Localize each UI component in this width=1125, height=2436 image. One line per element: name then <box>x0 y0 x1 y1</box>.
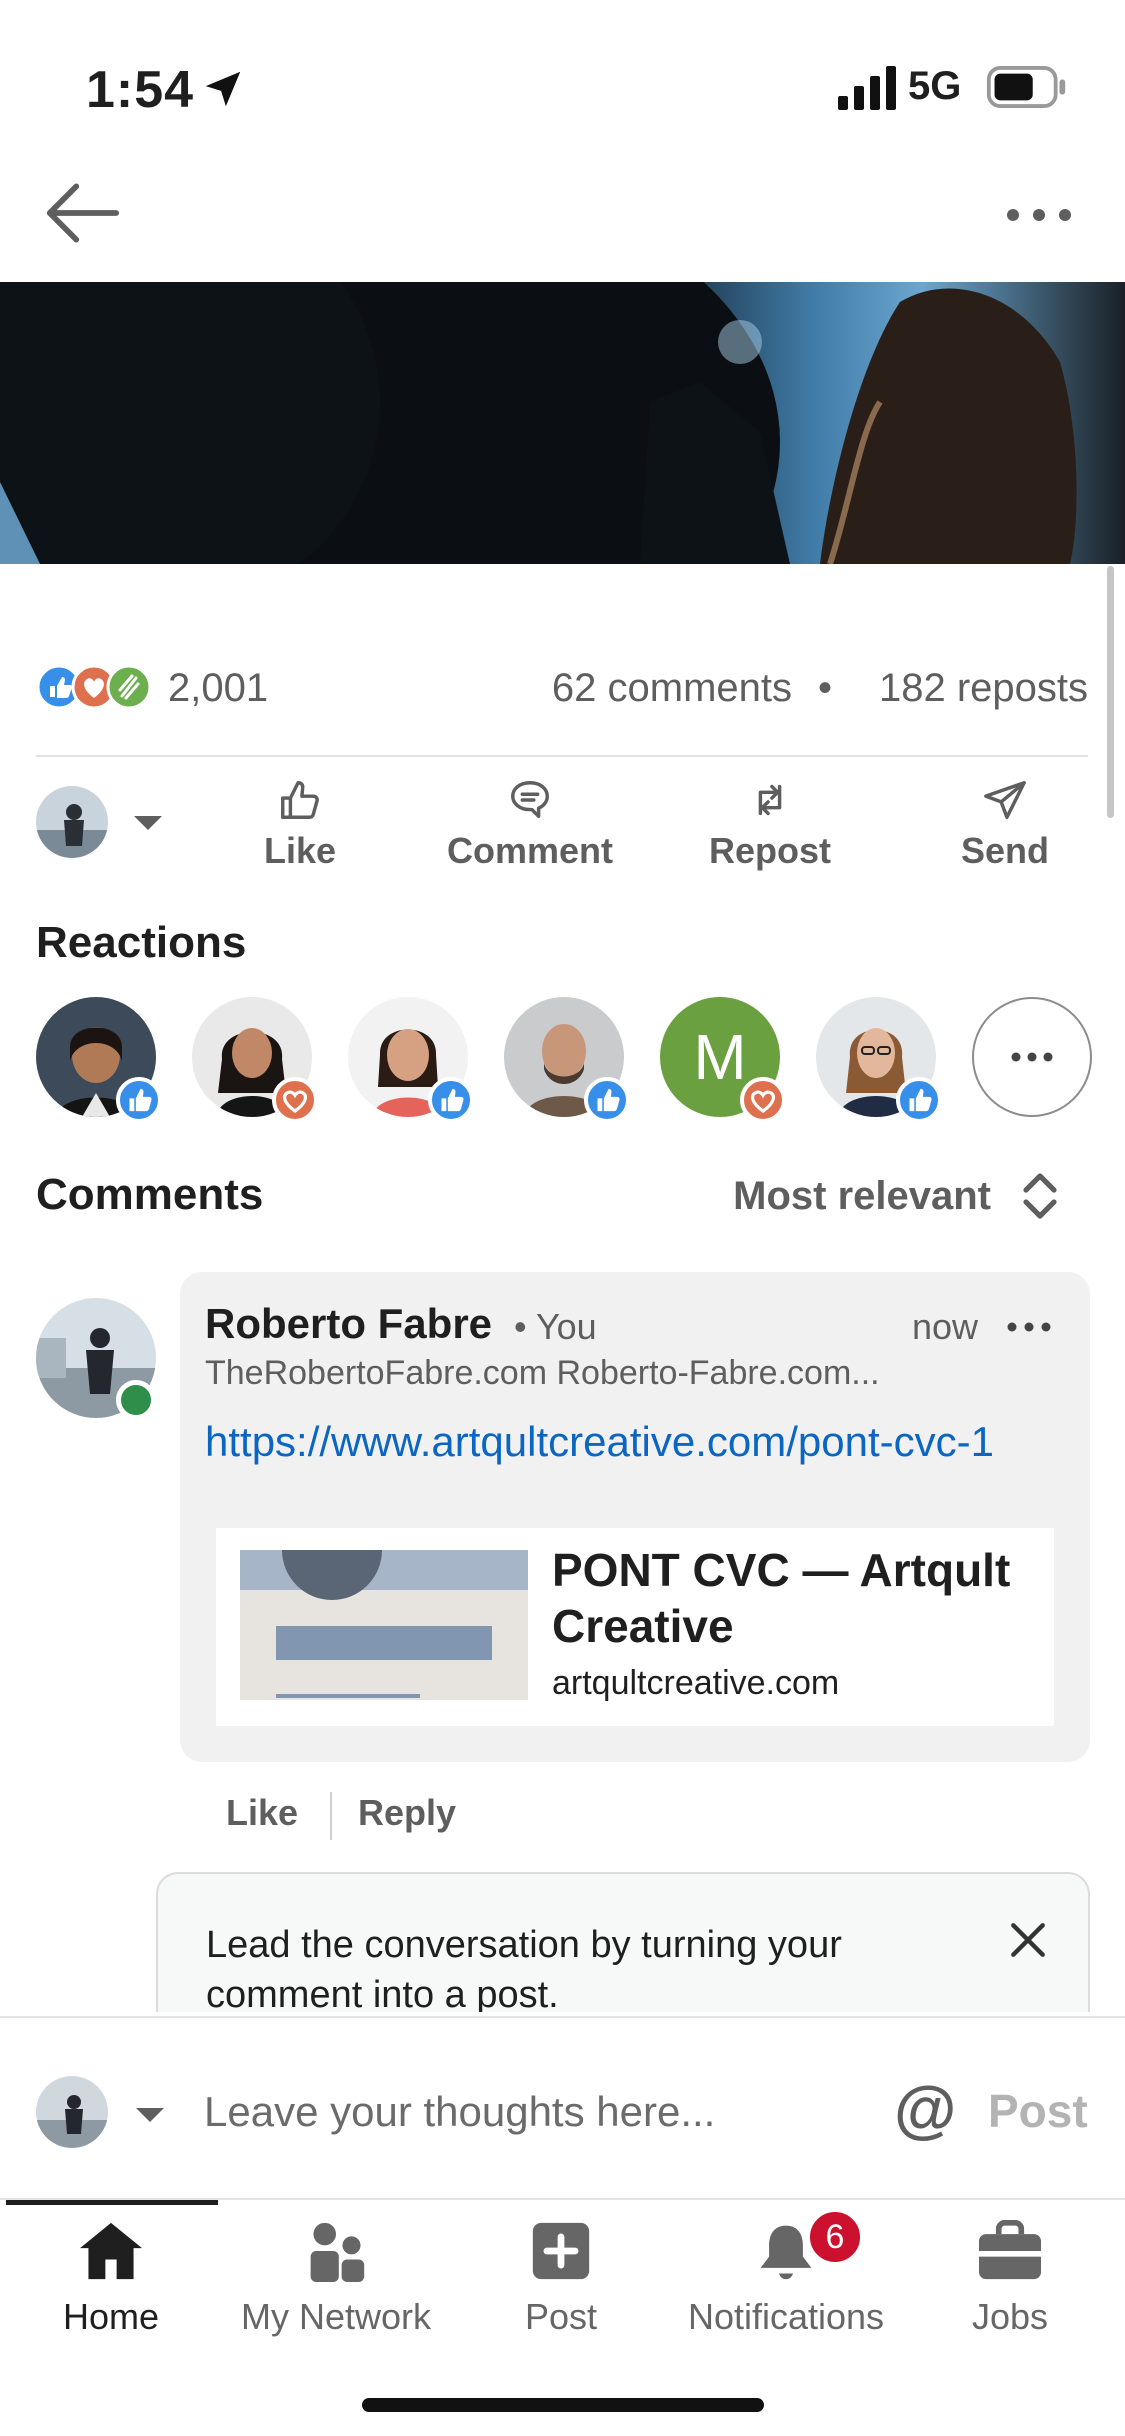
love-reaction-icon <box>272 1077 318 1123</box>
comment-button[interactable]: Comment <box>440 776 620 876</box>
online-status-badge <box>116 1380 156 1420</box>
location-arrow-icon <box>205 71 241 107</box>
tab-my-network-label: My Network <box>240 2296 432 2337</box>
comments-count[interactable]: 62 comments <box>552 666 792 711</box>
link-preview-thumbnail <box>240 1550 528 1700</box>
send-button[interactable]: Send <box>950 776 1060 876</box>
notifications-count-badge: 6 <box>806 2208 864 2266</box>
more-reactions-button[interactable] <box>972 997 1092 1117</box>
avatar-initial-letter: M <box>693 1021 747 1093</box>
comment-label: Comment <box>446 830 613 871</box>
reactor-avatar[interactable] <box>348 997 474 1123</box>
link-preview-title: PONT CVC — Artqult Creative <box>552 1544 1011 1652</box>
comment-more-icon[interactable] <box>1006 1318 1052 1336</box>
close-icon[interactable] <box>1006 1918 1050 1962</box>
chevron-down-icon[interactable] <box>134 816 162 830</box>
tab-home-label: Home <box>62 2296 160 2337</box>
comment-time: now <box>912 1306 979 1347</box>
like-reaction-icon <box>116 1077 162 1123</box>
like-reaction-icon <box>584 1077 630 1123</box>
send-icon <box>984 781 1026 819</box>
love-reaction-icon <box>740 1077 786 1123</box>
post-image-art <box>0 282 1125 564</box>
status-bar: 1:54 5G <box>0 0 1125 170</box>
status-time: 1:54 <box>86 61 195 119</box>
comment-author-headline: TheRobertoFabre.com Roberto-Fabre.com... <box>205 1354 880 1392</box>
more-icon <box>1011 1052 1053 1062</box>
repost-label: Repost <box>708 830 831 871</box>
comment-composer: @ Post <box>0 2016 1125 2200</box>
send-label: Send <box>960 830 1049 871</box>
back-arrow-icon[interactable] <box>44 180 120 246</box>
like-reaction-icon <box>428 1077 474 1123</box>
divider <box>36 755 1088 757</box>
divider <box>330 1792 332 1840</box>
comment-input[interactable] <box>204 2082 844 2142</box>
like-icon <box>281 781 319 819</box>
comments-title: Comments <box>36 1170 264 1219</box>
like-button[interactable]: Like <box>250 776 350 876</box>
avatar[interactable] <box>36 2076 108 2148</box>
tab-post-label: Post <box>524 2296 598 2337</box>
briefcase-icon <box>979 2220 1041 2280</box>
scroll-indicator[interactable] <box>1107 566 1114 818</box>
comment-link[interactable]: https://www.artqultcreative.com/pont-cvc… <box>205 1418 994 1466</box>
comment-icon <box>511 781 549 819</box>
sort-chevron-icon[interactable] <box>1020 1172 1060 1220</box>
actor-selector[interactable] <box>36 786 166 858</box>
network-type: 5G <box>908 64 962 108</box>
cellular-signal-icon <box>838 66 896 110</box>
battery-icon <box>986 66 1066 108</box>
like-label: Like <box>263 830 337 871</box>
link-preview-card[interactable]: PONT CVC — Artqult Creative artqultcreat… <box>216 1528 1054 1726</box>
tab-jobs-label: Jobs <box>971 2296 1049 2337</box>
comment-reply-button[interactable]: Reply <box>358 1792 456 1834</box>
reactor-avatar[interactable] <box>36 997 162 1123</box>
tab-notifications-label: Notifications <box>687 2296 885 2337</box>
home-indicator[interactable] <box>362 2398 764 2412</box>
reactor-avatar[interactable]: M <box>660 997 786 1123</box>
sort-selector[interactable]: Most relevant <box>733 1174 991 1219</box>
counts-separator: • <box>817 666 832 710</box>
reactor-avatar[interactable] <box>504 997 630 1123</box>
home-icon <box>80 2222 142 2280</box>
reactions-title: Reactions <box>36 918 247 967</box>
comment-author[interactable]: Roberto Fabre <box>205 1300 492 1348</box>
post-comment-button[interactable]: Post <box>988 2084 1088 2138</box>
tip-text: Lead the conversation by turning your co… <box>206 1924 842 2012</box>
chevron-down-icon[interactable] <box>136 2108 164 2122</box>
tab-my-network[interactable]: My Network <box>226 2220 446 2340</box>
mention-button[interactable]: @ <box>894 2072 956 2146</box>
reaction-count[interactable]: 2,001 <box>168 666 268 711</box>
reposts-count[interactable]: 182 reposts <box>879 666 1088 711</box>
tab-jobs[interactable]: Jobs <box>950 2220 1070 2340</box>
post-plus-icon <box>532 2222 590 2280</box>
like-reaction-icon <box>896 1077 942 1123</box>
reactor-avatar[interactable] <box>816 997 942 1123</box>
tab-post[interactable]: Post <box>506 2220 616 2340</box>
post-image[interactable] <box>0 282 1125 564</box>
comment-you-badge: • You <box>514 1306 597 1347</box>
my-network-icon <box>310 2222 365 2282</box>
avatar <box>36 786 108 858</box>
repost-button[interactable]: Repost <box>700 776 840 876</box>
more-options-icon[interactable] <box>1005 200 1073 230</box>
link-preview-domain: artqultcreative.com <box>552 1664 840 1702</box>
repost-icon <box>758 784 782 816</box>
reaction-types-icon[interactable] <box>36 664 156 710</box>
repost-tip-card: Lead the conversation by turning your co… <box>156 1872 1090 2012</box>
reactor-avatar[interactable] <box>192 997 318 1123</box>
tab-home[interactable]: Home <box>36 2220 186 2340</box>
comment-like-button[interactable]: Like <box>226 1792 298 1834</box>
social-counts: 2,001 62 comments • 182 reposts <box>36 660 1088 720</box>
active-tab-indicator <box>6 2200 218 2205</box>
